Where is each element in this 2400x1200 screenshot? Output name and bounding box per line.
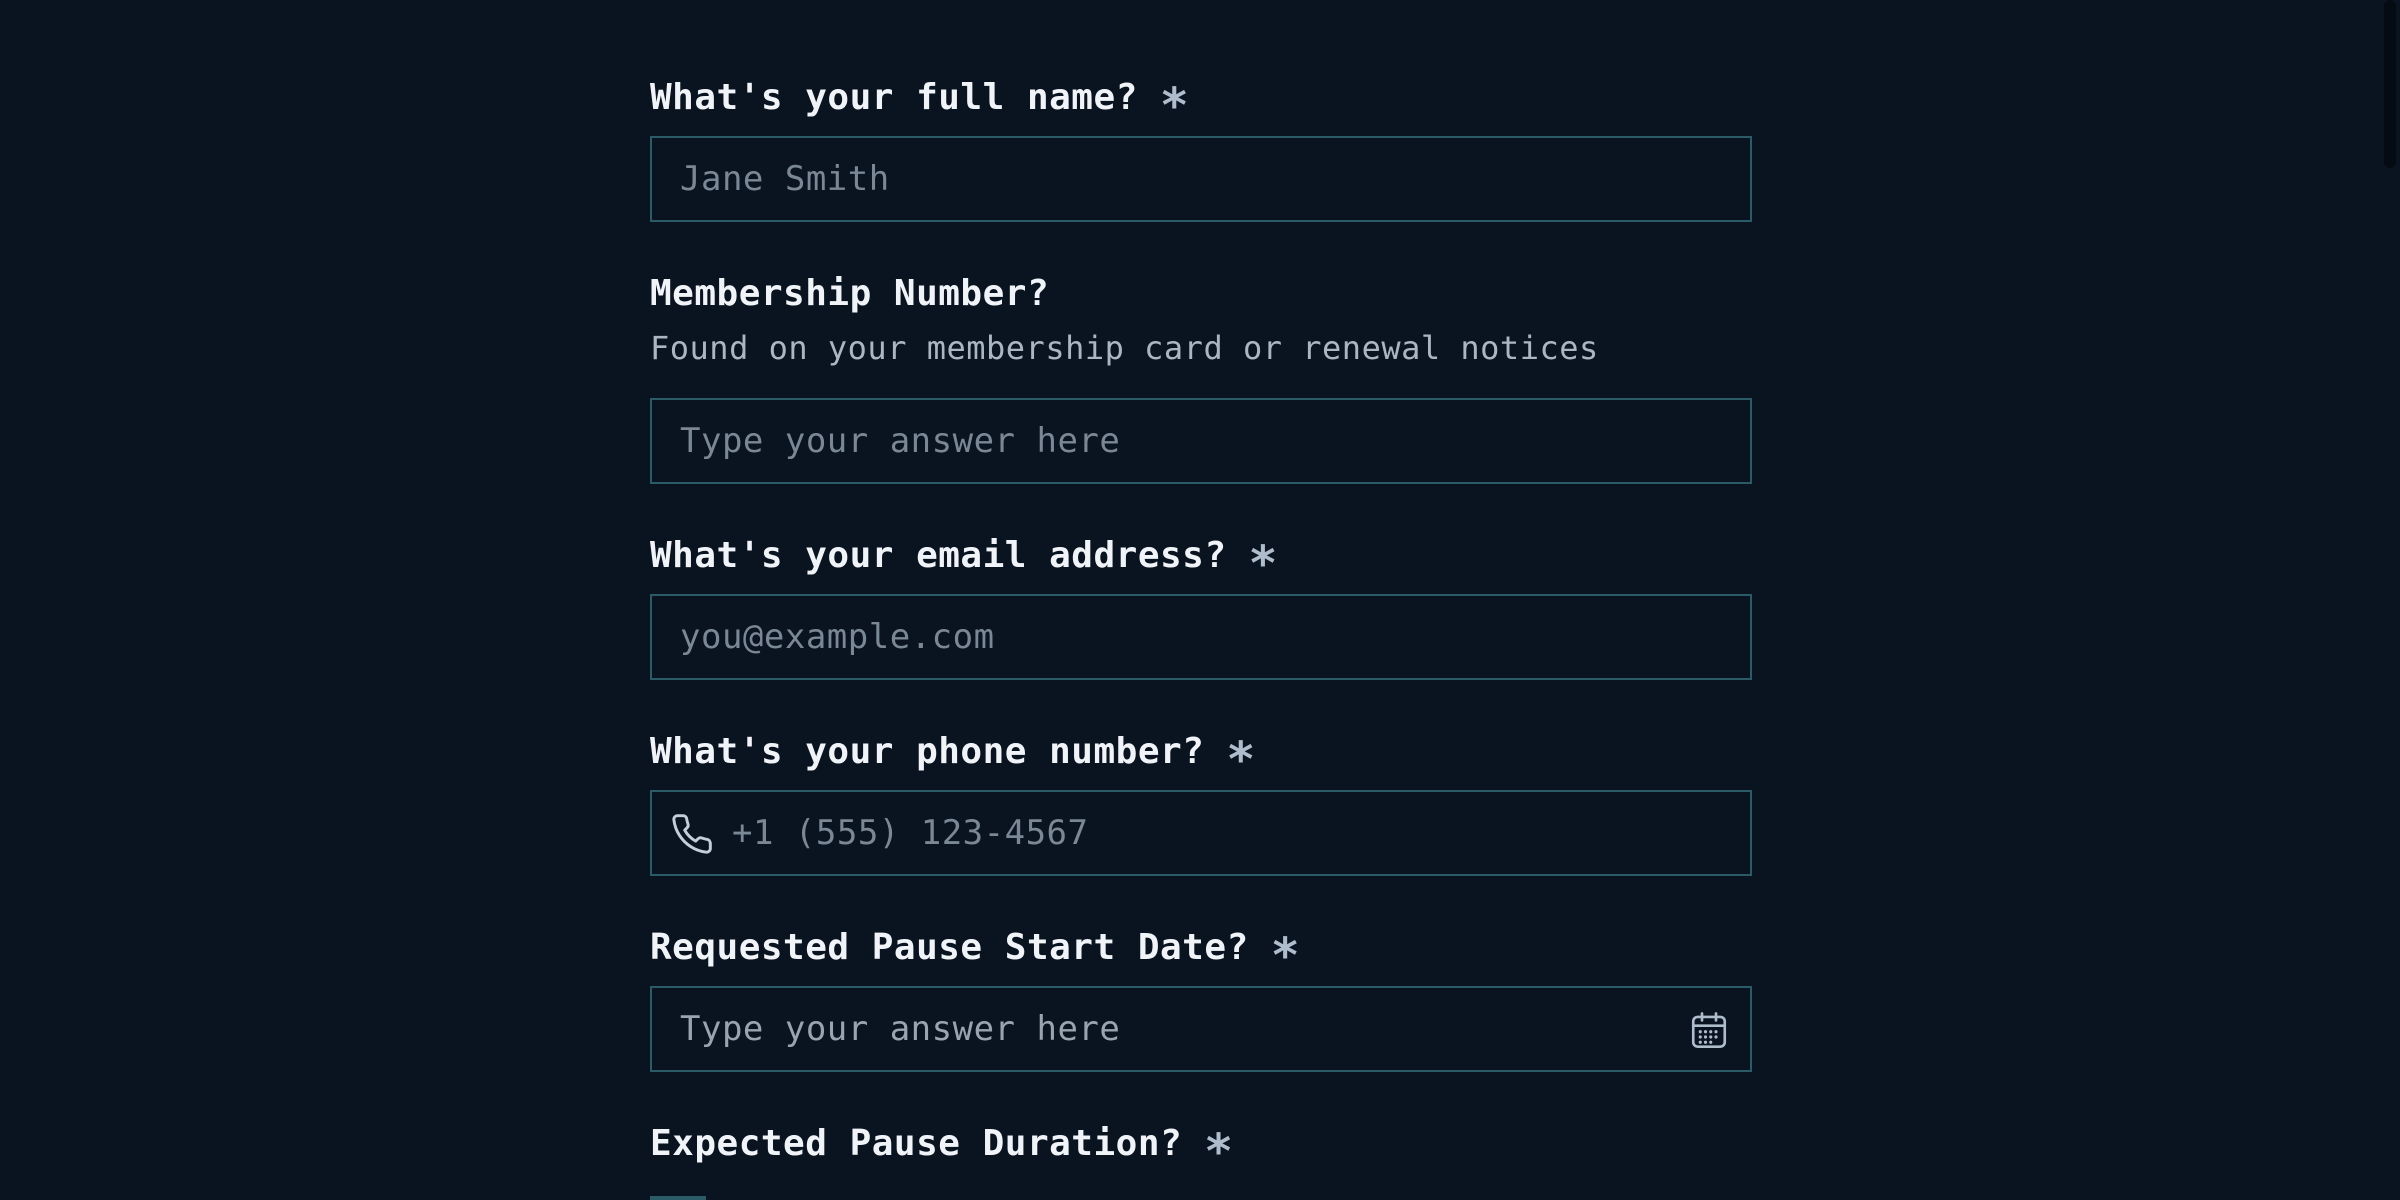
phone-field: What's your phone number? * +1 (555) 123-…	[650, 730, 1752, 876]
pause-start-date-label: Requested Pause Start Date? *	[650, 926, 1750, 980]
membership-number-field: Membership Number? Found on your members…	[650, 272, 1752, 484]
required-asterisk: *	[1204, 1124, 1234, 1180]
phone-label-text: What's your phone number?	[650, 731, 1205, 772]
email-label-text: What's your email address?	[650, 535, 1227, 576]
email-label: What's your email address? *	[650, 534, 1750, 588]
membership-number-placeholder: Type your answer here	[680, 421, 1121, 461]
membership-number-label: Membership Number?	[650, 273, 1050, 314]
phone-label: What's your phone number? *	[650, 730, 1750, 784]
pause-duration-label: Expected Pause Duration? *	[650, 1122, 1750, 1176]
phone-placeholder: +1 (555) 123-4567	[732, 813, 1089, 853]
full-name-label: What's your full name? *	[650, 76, 1750, 130]
required-asterisk: *	[1226, 732, 1256, 788]
pause-duration-label-text: Expected Pause Duration?	[650, 1123, 1183, 1164]
pause-start-date-field: Requested Pause Start Date? * Type your a…	[650, 926, 1752, 1072]
pause-duration-field: Expected Pause Duration? *	[650, 1122, 1750, 1176]
pause-start-date-label-text: Requested Pause Start Date?	[650, 927, 1249, 968]
full-name-field: What's your full name? * Jane Smith	[650, 76, 1752, 222]
full-name-label-text: What's your full name?	[650, 77, 1138, 118]
email-input[interactable]: you@example.com	[650, 594, 1752, 680]
membership-number-description: Found on your membership card or renewal…	[650, 329, 1599, 367]
required-asterisk: *	[1248, 536, 1278, 592]
email-placeholder: you@example.com	[680, 617, 995, 657]
required-asterisk: *	[1270, 928, 1301, 984]
phone-input[interactable]: +1 (555) 123-4567	[650, 790, 1752, 876]
next-input-edge[interactable]	[650, 1196, 706, 1200]
calendar-icon[interactable]	[1688, 1008, 1730, 1052]
required-asterisk: *	[1159, 78, 1190, 134]
full-name-placeholder: Jane Smith	[680, 159, 890, 199]
membership-number-input[interactable]: Type your answer here	[650, 398, 1752, 484]
pause-start-date-placeholder: Type your answer here	[680, 1009, 1121, 1049]
email-field: What's your email address? * you@example.…	[650, 534, 1752, 680]
phone-icon	[672, 814, 712, 854]
full-name-input[interactable]: Jane Smith	[650, 136, 1752, 222]
scrollbar[interactable]	[2384, 0, 2396, 168]
pause-start-date-input[interactable]: Type your answer here	[650, 986, 1752, 1072]
